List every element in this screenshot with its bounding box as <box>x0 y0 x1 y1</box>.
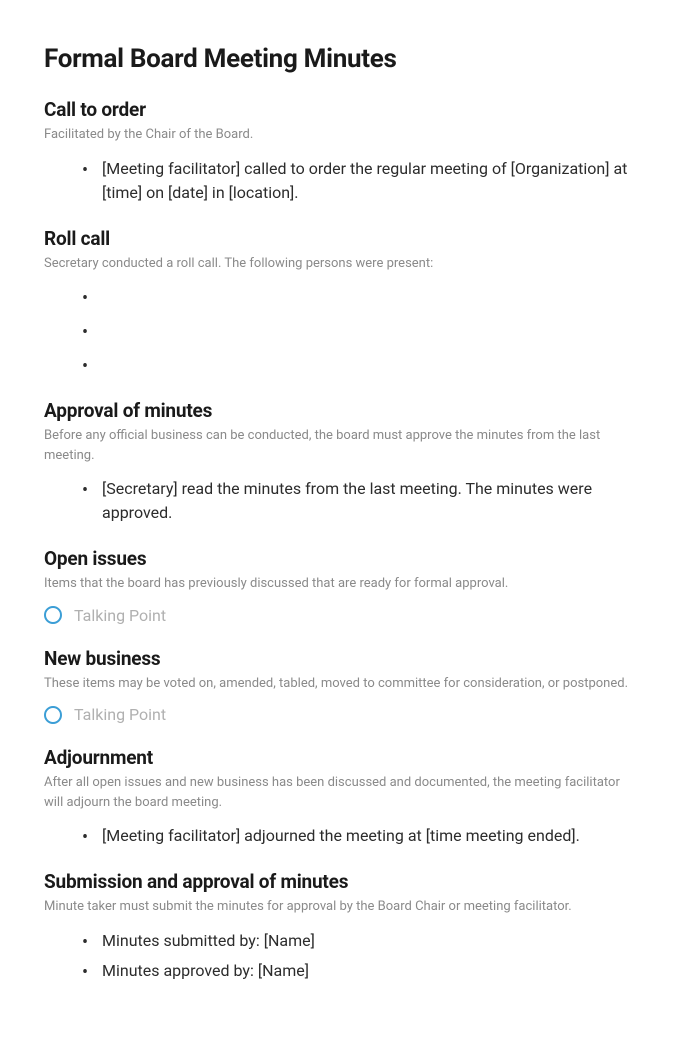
section-roll-call: Roll call Secretary conducted a roll cal… <box>44 227 640 378</box>
list-item <box>82 319 640 343</box>
heading-open-issues: Open issues <box>44 547 640 570</box>
list-call-to-order: [Meeting facilitator] called to order th… <box>44 157 640 205</box>
list-roll-call <box>44 285 640 377</box>
section-adjournment: Adjournment After all open issues and ne… <box>44 746 640 848</box>
desc-call-to-order: Facilitated by the Chair of the Board. <box>44 125 640 145</box>
heading-new-business: New business <box>44 647 640 670</box>
document-title: Formal Board Meeting Minutes <box>44 44 640 74</box>
section-approval: Approval of minutes Before any official … <box>44 399 640 525</box>
list-item <box>82 353 640 377</box>
circle-icon <box>44 706 62 724</box>
talking-point-label: Talking Point <box>74 705 166 724</box>
list-item: [Meeting facilitator] adjourned the meet… <box>82 824 640 848</box>
talking-point-label: Talking Point <box>74 606 166 625</box>
heading-adjournment: Adjournment <box>44 746 640 769</box>
desc-roll-call: Secretary conducted a roll call. The fol… <box>44 254 640 274</box>
desc-new-business: These items may be voted on, amended, ta… <box>44 674 640 694</box>
list-item: Minutes submitted by: [Name] <box>82 929 640 953</box>
section-new-business: New business These items may be voted on… <box>44 647 640 725</box>
heading-submission: Submission and approval of minutes <box>44 870 640 893</box>
list-approval: [Secretary] read the minutes from the la… <box>44 477 640 525</box>
talking-point-new-business[interactable]: Talking Point <box>44 705 640 724</box>
list-submission: Minutes submitted by: [Name] Minutes app… <box>44 929 640 983</box>
list-item: [Secretary] read the minutes from the la… <box>82 477 640 525</box>
list-adjournment: [Meeting facilitator] adjourned the meet… <box>44 824 640 848</box>
list-item: Minutes approved by: [Name] <box>82 959 640 983</box>
section-open-issues: Open issues Items that the board has pre… <box>44 547 640 625</box>
circle-icon <box>44 606 62 624</box>
list-item: [Meeting facilitator] called to order th… <box>82 157 640 205</box>
desc-approval: Before any official business can be cond… <box>44 426 640 465</box>
section-call-to-order: Call to order Facilitated by the Chair o… <box>44 98 640 205</box>
section-submission: Submission and approval of minutes Minut… <box>44 870 640 983</box>
talking-point-open-issues[interactable]: Talking Point <box>44 606 640 625</box>
desc-adjournment: After all open issues and new business h… <box>44 773 640 812</box>
desc-open-issues: Items that the board has previously disc… <box>44 574 640 594</box>
desc-submission: Minute taker must submit the minutes for… <box>44 897 640 917</box>
heading-roll-call: Roll call <box>44 227 640 250</box>
heading-approval: Approval of minutes <box>44 399 640 422</box>
heading-call-to-order: Call to order <box>44 98 640 121</box>
list-item <box>82 285 640 309</box>
